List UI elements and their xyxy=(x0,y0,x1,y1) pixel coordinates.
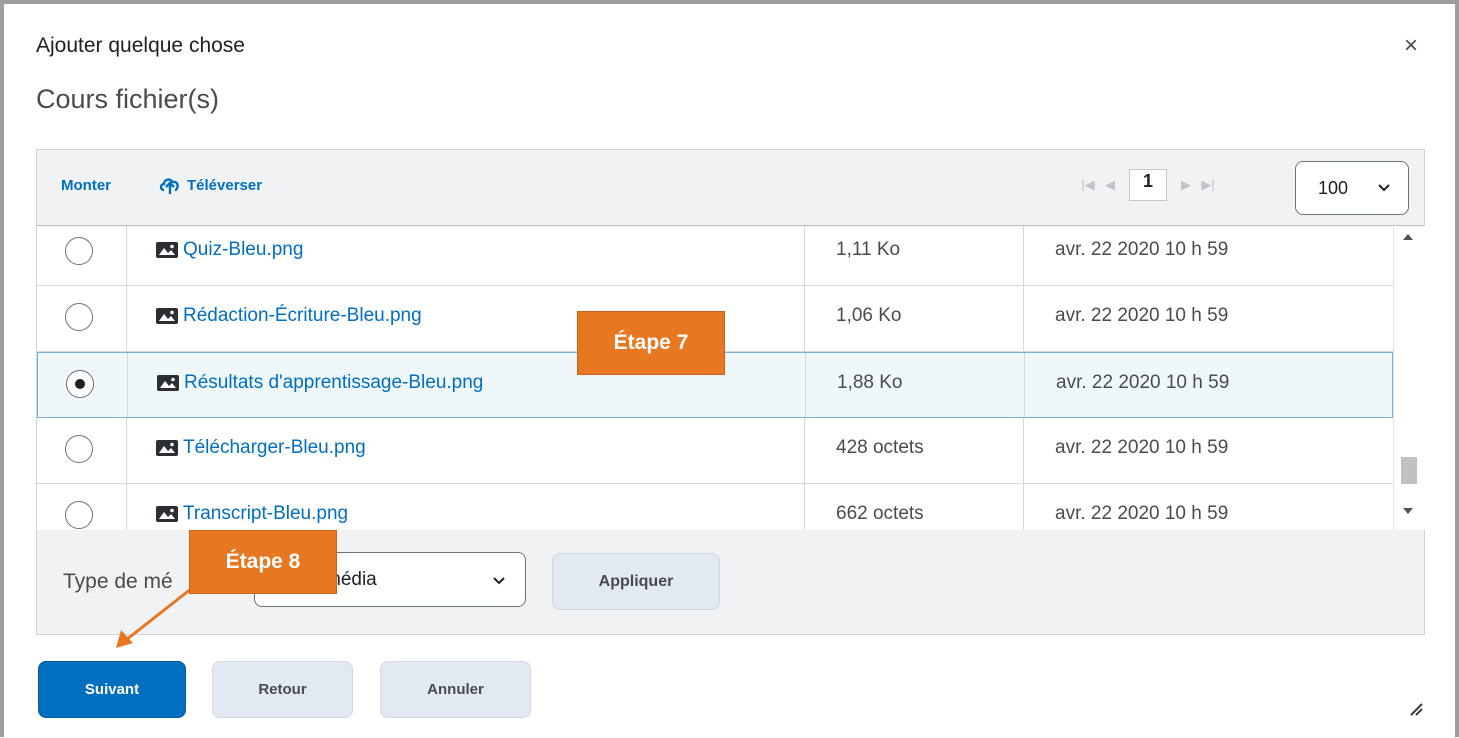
file-size: 1,88 Ko xyxy=(837,372,903,393)
file-date: avr. 22 2020 10 h 59 xyxy=(1055,305,1229,326)
column-divider xyxy=(804,418,805,483)
file-name-link[interactable]: Rédaction-Écriture-Bleu.png xyxy=(183,305,422,327)
file-date: avr. 22 2020 10 h 59 xyxy=(1055,239,1229,260)
file-select-radio[interactable] xyxy=(65,501,93,529)
next-button[interactable]: Suivant xyxy=(38,661,186,718)
dialog-title: Ajouter quelque chose xyxy=(36,34,245,57)
upload-button[interactable]: Téléverser xyxy=(187,177,262,194)
file-size: 662 octets xyxy=(836,503,924,524)
file-date: avr. 22 2020 10 h 59 xyxy=(1055,503,1229,524)
scroll-thumb[interactable] xyxy=(1401,457,1417,484)
step8-callout: Étape 8 xyxy=(189,530,337,594)
column-divider xyxy=(126,286,127,351)
file-list: Quiz-Bleu.png 1,11 Ko avr. 22 2020 10 h 59… xyxy=(37,226,1393,530)
chevron-down-icon xyxy=(1378,184,1390,192)
back-button[interactable]: Retour xyxy=(212,661,353,718)
step7-callout: Étape 7 xyxy=(577,311,725,375)
column-divider xyxy=(804,226,805,285)
column-divider xyxy=(805,353,806,417)
file-toolbar: Monter Téléverser |◀ ◀ 1 ▶ ▶| 100 xyxy=(37,150,1424,226)
file-date: avr. 22 2020 10 h 59 xyxy=(1056,372,1230,393)
image-file-icon xyxy=(156,506,178,522)
first-page-icon[interactable]: |◀ xyxy=(1077,177,1099,193)
page-size-select[interactable]: 100 xyxy=(1295,161,1409,215)
column-divider xyxy=(804,484,805,530)
column-divider xyxy=(1024,353,1025,417)
file-select-radio[interactable] xyxy=(65,237,93,265)
next-page-icon[interactable]: ▶ xyxy=(1175,177,1197,193)
file-name-link[interactable]: Résultats d'apprentissage-Bleu.png xyxy=(184,372,483,394)
column-divider xyxy=(126,226,127,285)
page-size-value: 100 xyxy=(1318,178,1349,198)
last-page-icon[interactable]: ▶| xyxy=(1197,177,1219,193)
scroll-up-icon[interactable] xyxy=(1403,234,1413,240)
file-size: 428 octets xyxy=(836,437,924,458)
column-divider xyxy=(1023,226,1024,285)
file-row[interactable]: Transcript-Bleu.png 662 octets avr. 22 202… xyxy=(37,484,1393,530)
column-divider xyxy=(126,418,127,483)
column-divider xyxy=(1023,484,1024,530)
column-divider xyxy=(804,286,805,351)
image-file-icon xyxy=(156,440,178,456)
page-number-input[interactable]: 1 xyxy=(1129,169,1167,201)
pager: |◀ ◀ 1 ▶ ▶| xyxy=(1077,169,1219,201)
file-row[interactable]: Télécharger-Bleu.png 428 octets avr. 22 20… xyxy=(37,418,1393,484)
file-date: avr. 22 2020 10 h 59 xyxy=(1055,437,1229,458)
scroll-down-icon[interactable] xyxy=(1403,508,1413,514)
file-size: 1,11 Ko xyxy=(836,239,901,260)
file-select-radio[interactable] xyxy=(65,435,93,463)
file-select-radio[interactable] xyxy=(65,303,93,331)
image-file-icon xyxy=(156,308,178,324)
column-divider xyxy=(1023,286,1024,351)
apply-button[interactable]: Appliquer xyxy=(552,553,720,610)
column-divider xyxy=(127,353,128,417)
file-name-link[interactable]: Quiz-Bleu.png xyxy=(183,239,303,261)
upload-icon[interactable] xyxy=(159,175,181,195)
file-size: 1,06 Ko xyxy=(836,305,902,326)
file-name-link[interactable]: Télécharger-Bleu.png xyxy=(183,437,366,459)
image-file-icon xyxy=(157,375,179,391)
dialog-subtitle: Cours fichier(s) xyxy=(36,84,220,114)
close-icon[interactable]: × xyxy=(1404,34,1418,58)
file-name-link[interactable]: Transcript-Bleu.png xyxy=(183,503,348,525)
prev-page-icon[interactable]: ◀ xyxy=(1099,177,1121,193)
media-type-label: Type de mé xyxy=(63,570,173,593)
column-divider xyxy=(126,484,127,530)
chevron-down-icon xyxy=(493,577,505,585)
file-row[interactable]: Quiz-Bleu.png 1,11 Ko avr. 22 2020 10 h 59 xyxy=(37,226,1393,286)
resize-handle-icon[interactable] xyxy=(1407,700,1423,716)
column-divider xyxy=(1023,418,1024,483)
list-scrollbar[interactable] xyxy=(1393,226,1425,530)
up-button[interactable]: Monter xyxy=(61,177,111,194)
radio-dot xyxy=(75,379,85,389)
cancel-button[interactable]: Annuler xyxy=(380,661,531,718)
file-select-radio[interactable] xyxy=(66,370,94,398)
image-file-icon xyxy=(156,242,178,258)
